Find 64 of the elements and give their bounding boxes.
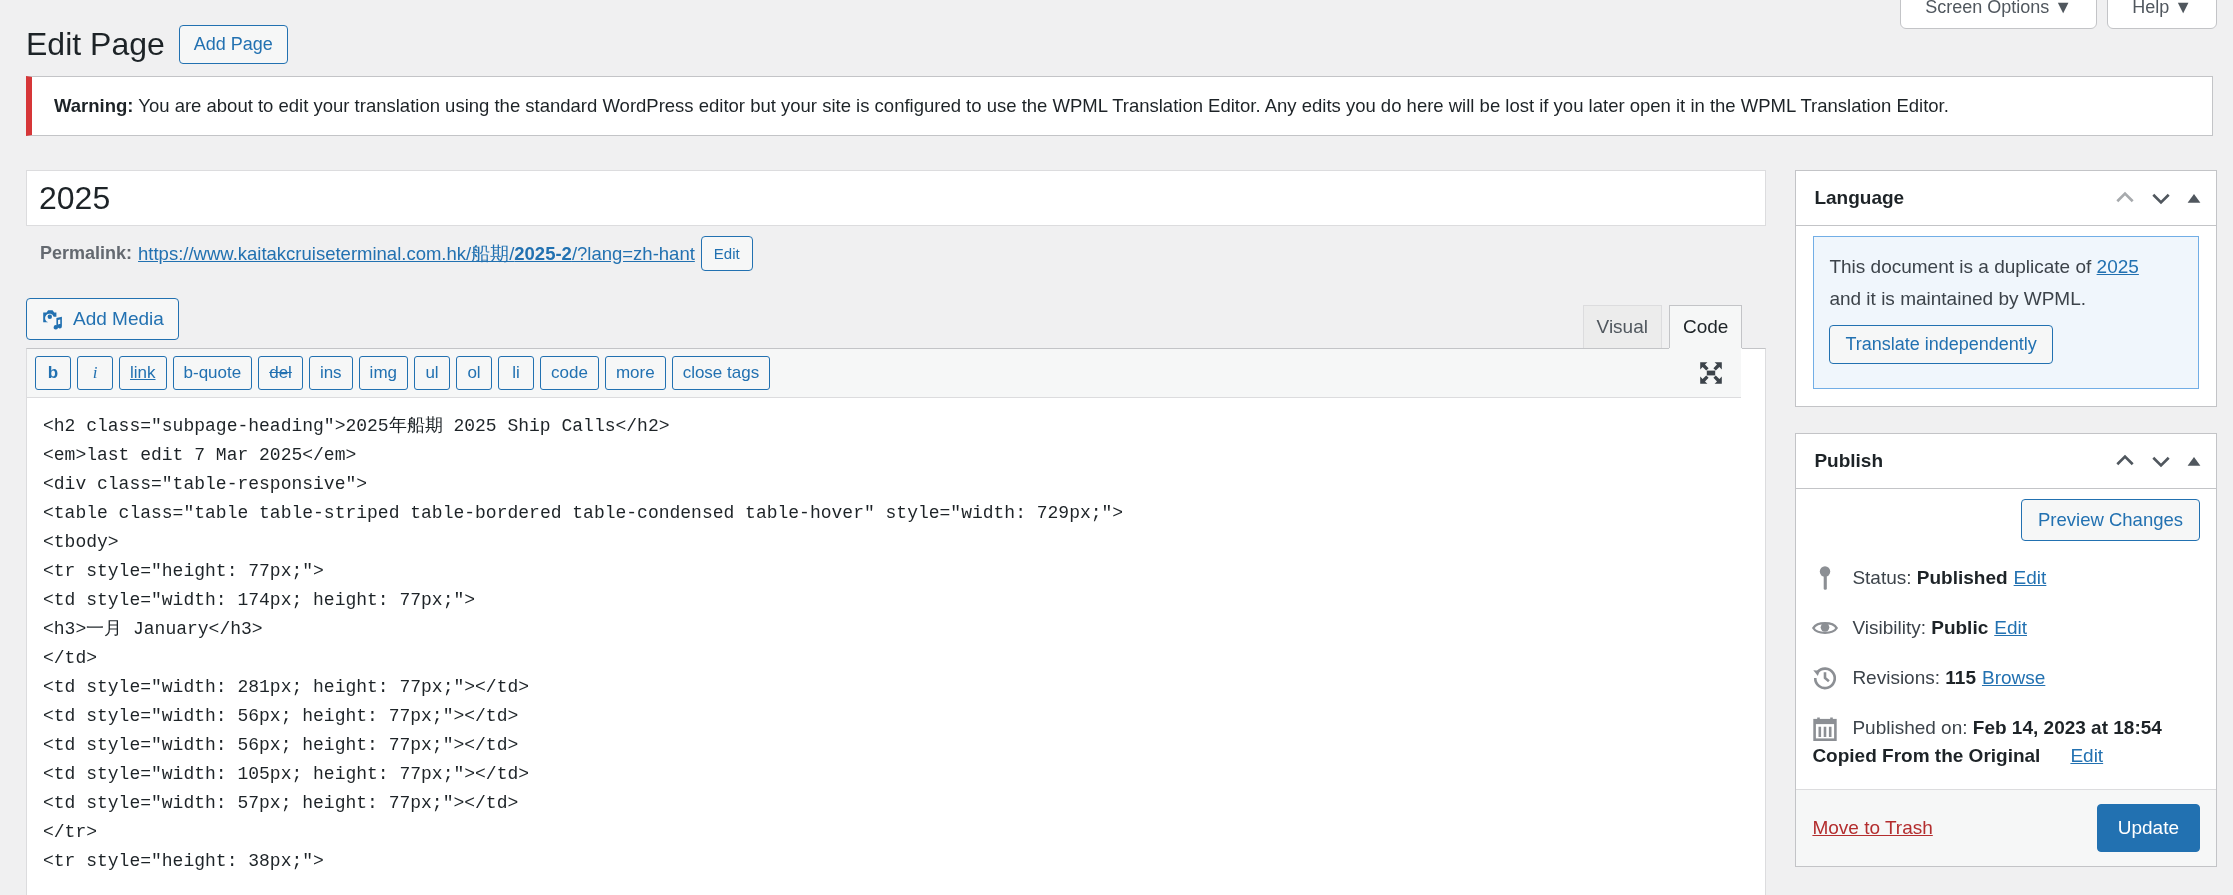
publish-info: Published on: Feb 14, 2023 at 18:54 <box>1852 717 2162 739</box>
add-page-button[interactable]: Add Page <box>178 24 288 64</box>
history-icon <box>1812 665 1839 691</box>
collapse-icon[interactable] <box>2186 455 2202 467</box>
quicktag-button[interactable]: ul <box>414 356 450 390</box>
code-line: <td style="width: 174px; height: 77px;"> <box>43 589 477 612</box>
copied-note: Copied From the Original <box>1812 745 2041 767</box>
publish-edit-link[interactable]: Browse <box>1981 667 2046 689</box>
quicktag-button[interactable]: img <box>358 356 408 390</box>
warning-notice: Warning: You are about to edit your translation using the standard WordPress editor but your site is configured to use the WPML Translation Editor. Any edits you do here will be lost if you later open it in the WPML Translation Editor. <box>26 76 2213 136</box>
translate-button[interactable]: Translate independently <box>1829 325 2053 364</box>
add-media-button[interactable]: Add Media <box>26 298 179 340</box>
edit-permalink-button[interactable]: Edit <box>700 236 753 271</box>
calendar-icon <box>1812 715 1839 741</box>
code-line: </tr> <box>43 821 98 844</box>
quicktag-button[interactable]: b <box>35 356 71 390</box>
box-title: Publish <box>1814 450 1883 472</box>
code-line: <tr style="height: 38px;"> <box>43 850 325 873</box>
code-line: <td style="width: 56px; height: 77px;"></td> <box>43 705 520 728</box>
quicktag-button[interactable]: li <box>498 356 534 390</box>
duplicate-notice: This document is a duplicate of 2025 and it is maintained by WPML. <box>1829 255 2140 311</box>
code-line: <h2 class="subpage-heading">2025年船期 2025 Ship Calls</h2> <box>43 415 671 438</box>
original-link[interactable]: 2025 <box>2096 256 2139 277</box>
quicktag-button[interactable]: i <box>77 356 113 390</box>
publish-info: Revisions: 115 <box>1852 667 1976 689</box>
code-line: <em>last edit 7 Mar 2025</em> <box>43 444 358 467</box>
move-to-trash-link[interactable]: Move to Trash <box>1812 817 1933 839</box>
preview-button[interactable]: Preview Changes <box>2021 499 2200 541</box>
quicktag-button[interactable]: link <box>119 356 167 390</box>
permalink-label: Permalink: <box>40 243 133 264</box>
editor-tab[interactable]: Code <box>1668 305 1743 348</box>
code-line: </td> <box>43 647 98 670</box>
quicktag-button[interactable]: code <box>540 356 599 390</box>
quicktag-button[interactable]: close tags <box>671 356 771 390</box>
fullscreen-icon[interactable] <box>1699 361 1724 385</box>
permalink-link[interactable]: https://www.kaitakcruiseterminal.com.hk/船期/2025-2/?lang=zh-hant <box>138 241 695 266</box>
publish-info: Visibility: Public <box>1852 617 1989 639</box>
publish-edit-link[interactable]: Edit <box>1994 617 2027 639</box>
editor-tab[interactable]: Visual <box>1582 305 1662 348</box>
camera-music-icon <box>41 308 63 330</box>
quicktag-button[interactable]: more <box>604 356 666 390</box>
code-line: <tr style="height: 77px;"> <box>43 560 325 583</box>
title-field[interactable]: 2025 <box>26 170 1767 226</box>
code-line: <td style="width: 56px; height: 77px;"></td> <box>43 734 520 757</box>
quicktag-button[interactable]: del <box>258 356 303 390</box>
publish-info: Status: Published <box>1852 567 2008 589</box>
page-title: Edit Page <box>26 25 165 63</box>
quicktag-button[interactable]: b-quote <box>172 356 253 390</box>
quicktag-button[interactable]: ol <box>456 356 492 390</box>
code-line: <tbody> <box>43 531 120 554</box>
publish-edit-link[interactable]: Edit <box>2070 745 2104 767</box>
code-line: <td style="width: 57px; height: 77px;"></td> <box>43 792 520 815</box>
code-line: <table class="table table-striped table-bordered table-condensed table-hover" style="width: 729px;"> <box>43 502 1125 525</box>
code-line: <div class="table-responsive"> <box>43 473 369 496</box>
code-line: <td style="width: 281px; height: 77px;"></td> <box>43 676 531 699</box>
publish-edit-link[interactable]: Edit <box>2013 567 2047 589</box>
box-title: Language <box>1814 187 1905 209</box>
code-line: <h3>一月 January</h3> <box>43 618 264 641</box>
screen-tab-button[interactable]: Help ▼ <box>2107 0 2217 29</box>
quicktag-button[interactable]: ins <box>308 356 353 390</box>
code-line: <td style="width: 105px; height: 77px;"></td> <box>43 763 531 786</box>
update-button[interactable]: Update <box>2096 804 2200 852</box>
collapse-icon[interactable] <box>2186 192 2202 204</box>
screen-tab-button[interactable]: Screen Options ▼ <box>1900 0 2098 29</box>
